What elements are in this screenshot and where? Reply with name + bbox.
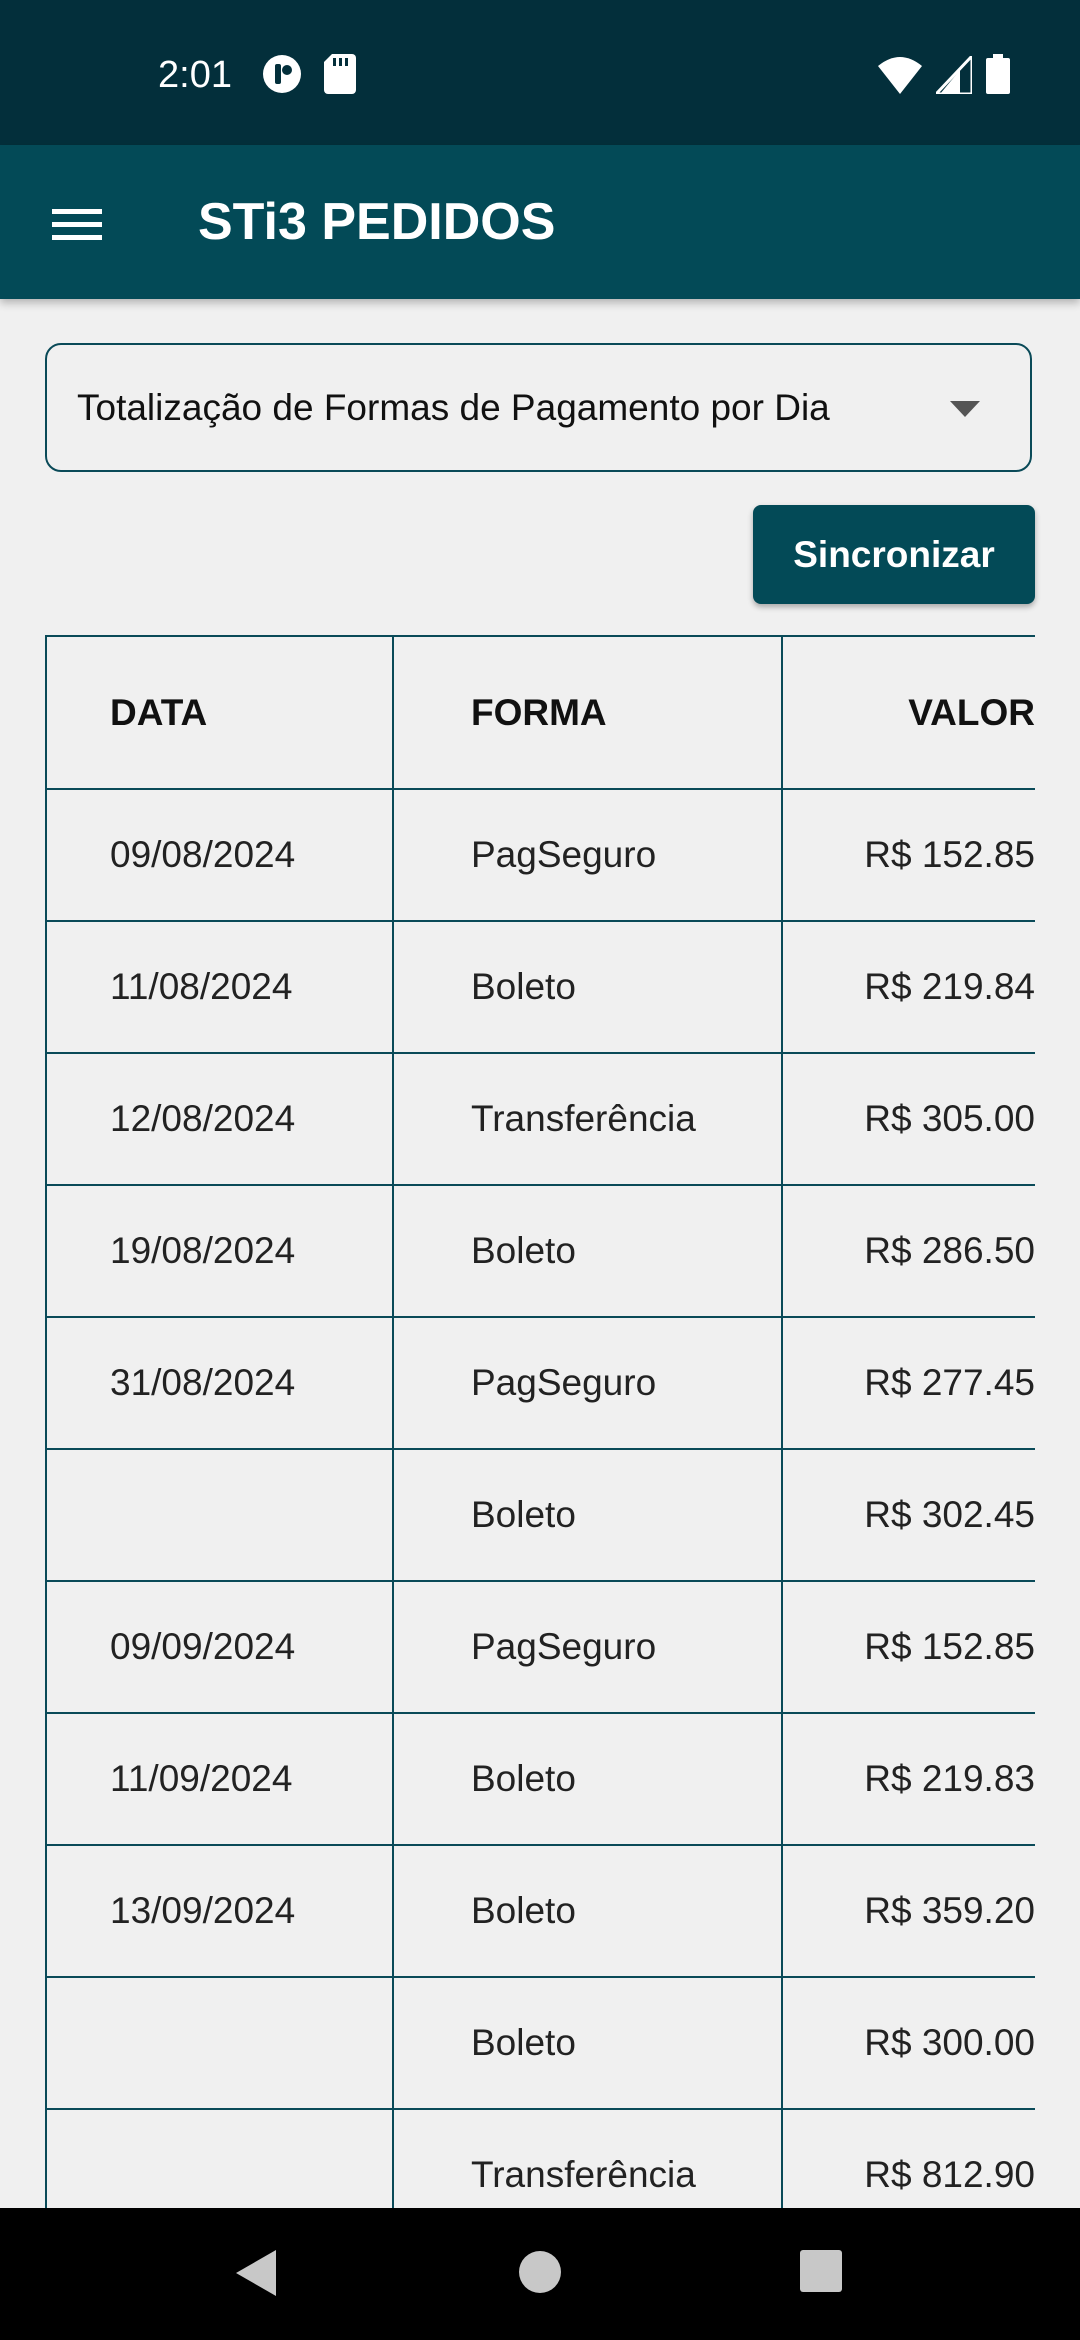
cell-forma: Transferência	[392, 2108, 783, 2208]
table-row: 09/09/2024 PagSeguro R$ 152.85	[45, 1580, 1035, 1714]
cell-forma: Transferência	[392, 1052, 783, 1186]
header-forma: FORMA	[392, 635, 783, 790]
table-row: Transferência R$ 812.90	[45, 2108, 1035, 2208]
table-row: Boleto R$ 300.00	[45, 1976, 1035, 2110]
battery-icon	[986, 54, 1010, 94]
report-type-selected: Totalização de Formas de Pagamento por D…	[77, 387, 830, 428]
table-row: 13/09/2024 Boleto R$ 359.20	[45, 1844, 1035, 1978]
cell-forma: Boleto	[392, 920, 783, 1054]
cell-data: 09/08/2024	[45, 788, 394, 922]
table-row: 19/08/2024 Boleto R$ 286.50	[45, 1184, 1035, 1318]
cell-data: 11/09/2024	[45, 1712, 394, 1846]
system-nav-bar	[0, 2208, 1080, 2340]
cell-forma: PagSeguro	[392, 1580, 783, 1714]
cell-valor: R$ 219.84	[781, 920, 1035, 1054]
cell-valor: R$ 152.85	[781, 1580, 1035, 1714]
cell-forma: Boleto	[392, 1976, 783, 2110]
status-bar: 2:01	[0, 0, 1080, 145]
cell-forma: PagSeguro	[392, 1316, 783, 1450]
cell-data	[45, 1448, 394, 1582]
table-row: 31/08/2024 PagSeguro R$ 277.45	[45, 1316, 1035, 1450]
cell-valor: R$ 302.45	[781, 1448, 1035, 1582]
table-row: 09/08/2024 PagSeguro R$ 152.85	[45, 788, 1035, 922]
hamburger-menu-icon	[52, 209, 102, 240]
table-row: Boleto R$ 302.45	[45, 1448, 1035, 1582]
cell-forma: Boleto	[392, 1184, 783, 1318]
cell-valor: R$ 812.90	[781, 2108, 1035, 2208]
cell-forma: Boleto	[392, 1712, 783, 1846]
cell-valor: R$ 152.85	[781, 788, 1035, 922]
wifi-icon	[878, 57, 922, 94]
cell-data	[45, 1976, 394, 2110]
cell-forma: Boleto	[392, 1448, 783, 1582]
table-row: 12/08/2024 Transferência R$ 305.00	[45, 1052, 1035, 1186]
status-time: 2:01	[158, 54, 232, 96]
menu-button[interactable]	[40, 187, 114, 261]
cell-data: 12/08/2024	[45, 1052, 394, 1186]
payments-table[interactable]: DATA FORMA VALOR 09/08/2024 PagSeguro R$…	[45, 635, 1035, 2208]
recents-square-icon[interactable]	[800, 2250, 842, 2292]
cell-data	[45, 2108, 394, 2208]
home-circle-icon[interactable]	[518, 2250, 562, 2294]
table-header-row: DATA FORMA VALOR	[45, 635, 1035, 790]
cell-data: 09/09/2024	[45, 1580, 394, 1714]
cell-data: 13/09/2024	[45, 1844, 394, 1978]
cell-data: 19/08/2024	[45, 1184, 394, 1318]
cell-forma: Boleto	[392, 1844, 783, 1978]
sd-card-icon	[324, 54, 356, 94]
app-title: STi3 PEDIDOS	[198, 193, 556, 251]
cell-valor: R$ 277.45	[781, 1316, 1035, 1450]
cell-valor: R$ 286.50	[781, 1184, 1035, 1318]
cell-valor: R$ 305.00	[781, 1052, 1035, 1186]
podcast-icon	[263, 55, 301, 93]
cell-valor: R$ 300.00	[781, 1976, 1035, 2110]
report-type-dropdown[interactable]: Totalização de Formas de Pagamento por D…	[45, 343, 1032, 472]
cell-forma: PagSeguro	[392, 788, 783, 922]
back-triangle-icon[interactable]	[236, 2250, 276, 2296]
cell-valor: R$ 359.20	[781, 1844, 1035, 1978]
cell-data: 31/08/2024	[45, 1316, 394, 1450]
header-data: DATA	[45, 635, 394, 790]
table-row: 11/08/2024 Boleto R$ 219.84	[45, 920, 1035, 1054]
signal-icon	[936, 56, 972, 94]
header-valor: VALOR	[781, 635, 1035, 790]
cell-data: 11/08/2024	[45, 920, 394, 1054]
table-row: 11/09/2024 Boleto R$ 219.83	[45, 1712, 1035, 1846]
cell-valor: R$ 219.83	[781, 1712, 1035, 1846]
sync-button[interactable]: Sincronizar	[753, 505, 1035, 604]
dropdown-caret-icon	[950, 401, 980, 417]
app-bar: STi3 PEDIDOS	[0, 145, 1080, 299]
